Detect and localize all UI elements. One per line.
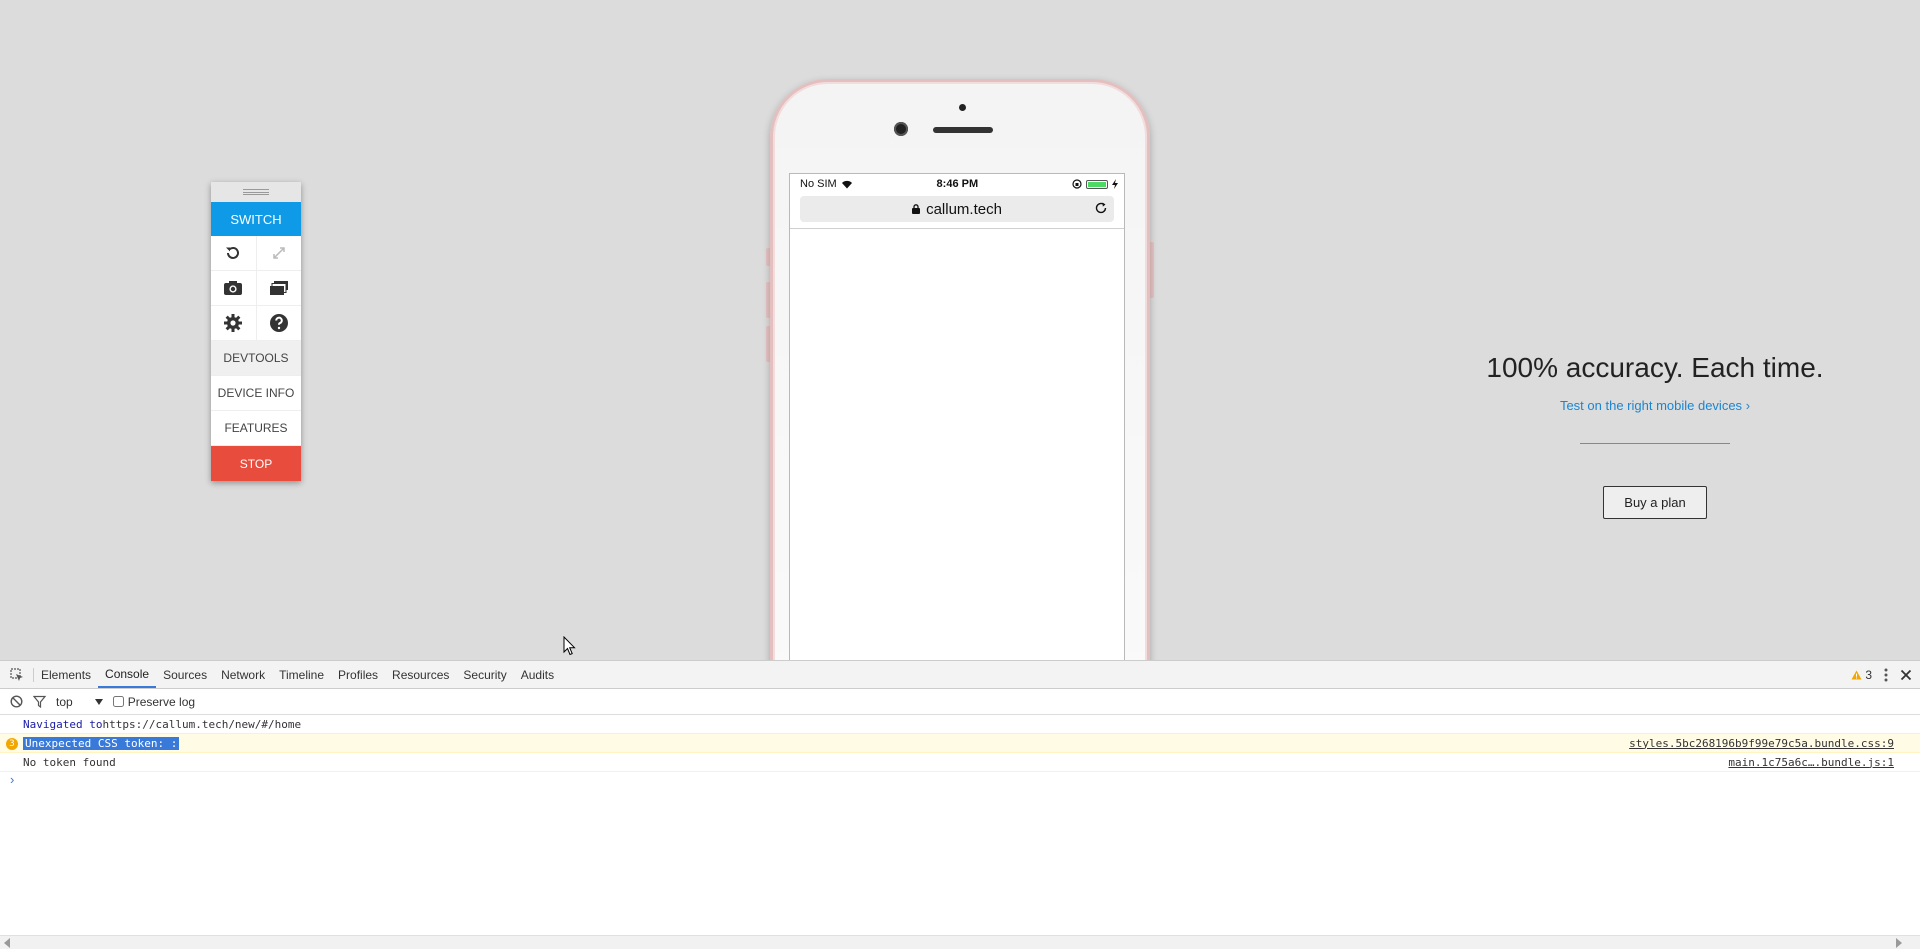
status-time: 8:46 PM <box>936 178 979 190</box>
reload-icon[interactable] <box>1094 201 1108 215</box>
wifi-icon <box>841 180 852 188</box>
console-prompt[interactable]: › <box>0 772 1920 790</box>
horizontal-scrollbar[interactable] <box>0 935 1920 949</box>
carrier-label: No SIM <box>800 178 837 190</box>
preserve-log-checkbox[interactable] <box>112 696 124 707</box>
expand-icon <box>273 247 285 259</box>
console-message: Navigated to https://callum.tech/new/#/h… <box>0 715 1920 734</box>
gallery-button[interactable] <box>255 271 302 305</box>
console-nav-url: https://callum.tech/new/#/home <box>102 717 302 731</box>
promo-link-label: Test on the right mobile devices <box>1559 398 1743 413</box>
rotate-icon <box>226 246 240 259</box>
warning-repeat-badge: 3 <box>6 738 18 750</box>
console-toolbar: top Preserve log <box>0 689 1920 715</box>
question-icon <box>269 314 288 332</box>
safari-url-bar[interactable]: callum.tech <box>800 196 1114 222</box>
close-icon[interactable] <box>1900 669 1912 681</box>
mouse-cursor-icon <box>563 636 576 656</box>
device-control-toolbar: SWITCH DEVTOOLS DEVICE INFO FEATURES STO… <box>211 182 301 481</box>
tab-sources[interactable]: Sources <box>156 661 214 688</box>
filter-icon[interactable] <box>33 695 46 708</box>
console-source-link[interactable]: styles.5bc268196b9f99e79c5a.bundle.css:9 <box>1629 737 1894 750</box>
promo-link[interactable]: Test on the right mobile devices › <box>1450 398 1860 413</box>
resize-button[interactable] <box>255 236 302 270</box>
console-vertical-scrollbar[interactable] <box>1906 716 1920 942</box>
gallery-icon <box>269 281 288 295</box>
devtools-tabs: Elements Console Sources Network Timeline Pro… <box>34 661 561 688</box>
buy-plan-button[interactable]: Buy a plan <box>1603 486 1707 519</box>
chevron-right-icon: › <box>1745 398 1751 413</box>
more-options-icon[interactable] <box>1884 668 1888 682</box>
earpiece-speaker <box>933 127 993 133</box>
features-button[interactable]: FEATURES <box>211 411 301 446</box>
settings-button[interactable] <box>211 306 256 340</box>
promo-divider <box>1580 443 1730 444</box>
lock-icon <box>912 204 921 214</box>
inspect-element-button[interactable] <box>0 667 34 682</box>
remote-device-stage: SWITCH DEVTOOLS DEVICE INFO FEATURES STO… <box>0 0 1920 660</box>
phone-screen[interactable]: No SIM 8:46 PM callum.tech <box>789 173 1125 660</box>
rotate-button[interactable] <box>211 236 256 270</box>
warning-count: 3 <box>1865 667 1872 682</box>
help-button[interactable] <box>255 306 302 340</box>
orientation-lock-icon <box>1072 179 1082 189</box>
screenshot-button[interactable] <box>211 271 256 305</box>
context-label: top <box>56 694 73 709</box>
preserve-log-label: Preserve log <box>127 694 196 709</box>
preserve-log-option[interactable]: Preserve log <box>112 694 196 709</box>
devtools-panel: Elements Console Sources Network Timeline Pro… <box>0 660 1920 949</box>
dropdown-arrow-icon <box>94 698 103 705</box>
scroll-right-arrow-icon[interactable] <box>1896 938 1902 948</box>
ios-status-bar: No SIM 8:46 PM <box>790 174 1124 194</box>
console-message: No token found main.1c75a6c….bundle.js:1 <box>0 753 1920 772</box>
carrier-status: No SIM <box>800 178 853 190</box>
tab-network[interactable]: Network <box>214 661 272 688</box>
console-output: Navigated to https://callum.tech/new/#/h… <box>0 715 1920 790</box>
front-camera <box>959 104 966 111</box>
scroll-left-arrow-icon[interactable] <box>4 938 10 948</box>
devtools-button[interactable]: DEVTOOLS <box>211 341 301 376</box>
promo-panel: 100% accuracy. Each time. Test on the ri… <box>1450 352 1860 519</box>
url-bar-divider <box>790 228 1124 229</box>
tab-timeline[interactable]: Timeline <box>272 661 331 688</box>
console-source-link[interactable]: main.1c75a6c….bundle.js:1 <box>1728 756 1894 769</box>
warning-icon <box>1851 670 1862 679</box>
toolbar-drag-handle[interactable] <box>211 182 301 202</box>
tab-resources[interactable]: Resources <box>385 661 456 688</box>
device-info-button[interactable]: DEVICE INFO <box>211 376 301 411</box>
camera-icon <box>224 281 243 295</box>
console-message-text: No token found <box>23 755 116 769</box>
charging-icon <box>1112 179 1118 189</box>
clear-console-icon[interactable] <box>10 695 23 708</box>
tab-elements[interactable]: Elements <box>34 661 98 688</box>
tab-security[interactable]: Security <box>456 661 513 688</box>
gear-icon <box>224 314 243 332</box>
tab-profiles[interactable]: Profiles <box>331 661 385 688</box>
inspect-icon <box>9 667 23 681</box>
console-warning-text: Unexpected CSS token: : <box>23 736 180 750</box>
stop-button[interactable]: STOP <box>211 446 301 481</box>
tab-audits[interactable]: Audits <box>514 661 561 688</box>
warning-counter[interactable]: 3 <box>1851 668 1872 682</box>
switch-button[interactable]: SWITCH <box>211 202 301 236</box>
devtools-tab-bar: Elements Console Sources Network Timeline Pro… <box>0 661 1920 689</box>
console-nav-prefix: Navigated to <box>23 717 103 731</box>
battery-icon <box>1086 179 1108 189</box>
context-selector[interactable]: top <box>56 695 103 709</box>
promo-headline: 100% accuracy. Each time. <box>1486 352 1824 383</box>
console-warning: 3 Unexpected CSS token: : styles.5bc2681… <box>0 734 1920 753</box>
url-text: callum.tech <box>926 200 1002 218</box>
camera-lens <box>894 122 908 136</box>
tab-console[interactable]: Console <box>98 661 157 688</box>
